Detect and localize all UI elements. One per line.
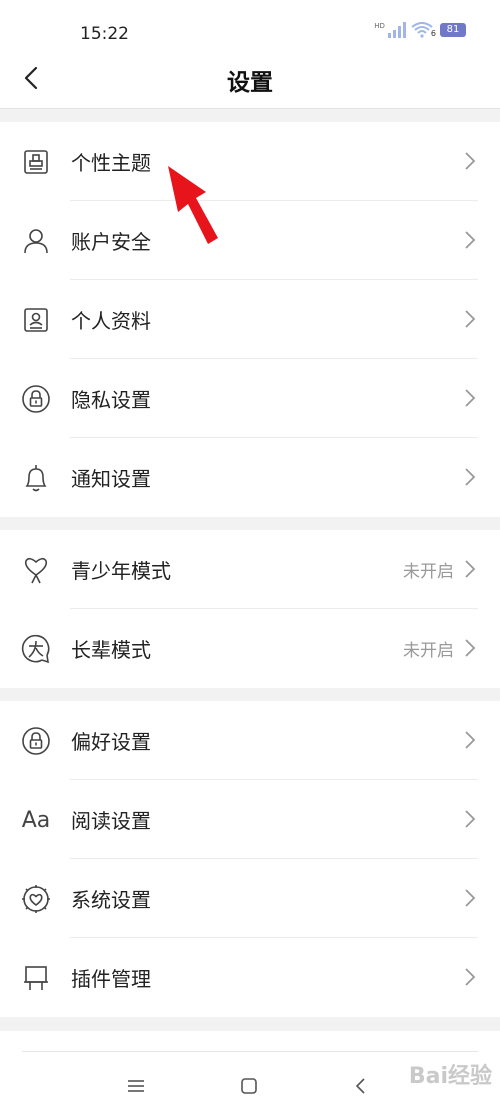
- settings-group-preferences: 偏好设置 Aa 阅读设置 系统设置 插件管理: [0, 701, 500, 1017]
- setting-value: 未开启: [403, 641, 454, 661]
- divider: [22, 1051, 478, 1052]
- battery-indicator: 81: [440, 23, 466, 37]
- chevron-right-icon: [464, 559, 476, 583]
- chevron-right-icon: [464, 638, 476, 662]
- wifi-icon: [411, 22, 433, 38]
- home-square-icon: [241, 1078, 257, 1094]
- setting-row-reading[interactable]: Aa 阅读设置: [0, 780, 500, 859]
- status-time: 15:22: [80, 24, 129, 44]
- setting-label: 账户安全: [71, 230, 151, 254]
- font-aa-icon: Aa: [21, 807, 51, 833]
- chevron-right-icon: [464, 467, 476, 491]
- settings-group-account: 个性主题 账户安全 个人资料 隐私设置 通知设置: [0, 122, 500, 517]
- setting-label: 青少年模式: [71, 559, 171, 583]
- setting-row-system[interactable]: 系统设置: [0, 859, 500, 938]
- status-bar: 15:22 HD 6 81: [0, 0, 500, 50]
- setting-row-theme[interactable]: 个性主题: [0, 122, 500, 201]
- bell-icon: [20, 462, 52, 494]
- setting-row-notification[interactable]: 通知设置: [0, 438, 500, 517]
- heart-gear-icon: [20, 883, 52, 915]
- setting-label: 偏好设置: [71, 730, 151, 754]
- chevron-right-icon: [464, 309, 476, 333]
- id-card-icon: [20, 304, 52, 336]
- signal-icon: [387, 22, 406, 38]
- chevron-right-icon: [464, 730, 476, 754]
- setting-row-preferences[interactable]: 偏好设置: [0, 701, 500, 780]
- lock-icon: [20, 383, 52, 415]
- setting-label: 长辈模式: [71, 638, 151, 662]
- setting-label: 系统设置: [71, 888, 151, 912]
- red-arrow-annotation: [168, 166, 218, 244]
- setting-row-account-security[interactable]: 账户安全: [0, 201, 500, 280]
- setting-label: 隐私设置: [71, 388, 151, 412]
- setting-row-elder-mode[interactable]: 长辈模式 未开启: [0, 609, 500, 688]
- network-label: HD: [374, 22, 385, 30]
- setting-row-plugins[interactable]: 插件管理: [0, 938, 500, 1017]
- wifi-badge: 6: [430, 29, 436, 38]
- setting-row-profile[interactable]: 个人资料: [0, 280, 500, 359]
- status-icons: HD 6 81: [374, 22, 466, 38]
- watermark: Bai经验: [408, 1064, 492, 1089]
- chevron-right-icon: [464, 809, 476, 833]
- setting-label: 通知设置: [71, 467, 151, 491]
- setting-label: 阅读设置: [71, 809, 151, 833]
- chevron-right-icon: [464, 888, 476, 912]
- setting-row-privacy[interactable]: 隐私设置: [0, 359, 500, 438]
- setting-row-teen-mode[interactable]: 青少年模式 未开启: [0, 530, 500, 609]
- setting-label: 个性主题: [71, 151, 151, 175]
- elder-icon: [20, 633, 52, 665]
- heart-balloon-icon: [20, 554, 52, 586]
- back-triangle-icon: [355, 1078, 365, 1094]
- lock-icon: [20, 725, 52, 757]
- plugin-icon: [20, 962, 52, 994]
- menu-icon: [128, 1080, 144, 1092]
- setting-value: 未开启: [403, 562, 454, 582]
- menu-button[interactable]: [121, 1071, 151, 1101]
- chevron-right-icon: [464, 967, 476, 991]
- page-title: 设置: [227, 69, 273, 96]
- person-icon: [20, 225, 52, 257]
- chevron-right-icon: [464, 230, 476, 254]
- settings-group-modes: 青少年模式 未开启 长辈模式 未开启: [0, 530, 500, 688]
- chevron-right-icon: [464, 388, 476, 412]
- setting-label: 个人资料: [71, 309, 151, 333]
- home-button[interactable]: [234, 1071, 264, 1101]
- theme-icon: [20, 146, 52, 178]
- setting-label: 插件管理: [71, 967, 151, 991]
- chevron-right-icon: [464, 151, 476, 175]
- system-back-button[interactable]: [346, 1071, 376, 1101]
- nav-bar: 设置: [0, 50, 500, 109]
